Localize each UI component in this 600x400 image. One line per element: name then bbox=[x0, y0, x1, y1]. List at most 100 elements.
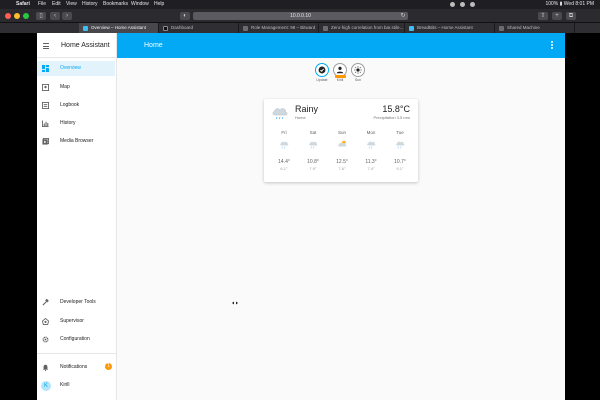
tab-title: Shared Machine bbox=[507, 25, 540, 30]
forecast-low: 7.6° bbox=[338, 166, 346, 171]
forecast-day: Sun 12.5° 7.6° bbox=[330, 130, 354, 172]
status-icon[interactable] bbox=[450, 2, 455, 7]
sidebar-item-label: Developer Tools bbox=[60, 299, 96, 305]
sidebar-item-label: Overview bbox=[60, 65, 81, 71]
github-icon bbox=[163, 26, 168, 31]
weather-precipitation: Precipitation 3.5 mm bbox=[373, 115, 410, 120]
menu-view[interactable]: View bbox=[66, 1, 77, 8]
sidebar-toggle-icon[interactable]: ▯ bbox=[36, 12, 46, 20]
badge-label: Kirill bbox=[336, 78, 344, 82]
weather-temperature: 15.8°C bbox=[382, 104, 410, 114]
app-header: Home bbox=[117, 33, 565, 58]
badge-person[interactable]: Kirill bbox=[330, 63, 350, 83]
forecast-day-name: Mon bbox=[366, 130, 376, 135]
back-icon[interactable]: ‹ bbox=[50, 12, 60, 20]
sidebar-item-supervisor[interactable]: Supervisor bbox=[37, 314, 115, 329]
sidebar-item-label: History bbox=[60, 120, 76, 126]
sidebar-item-user[interactable]: K Kirill bbox=[37, 378, 115, 393]
more-vert-icon[interactable] bbox=[551, 41, 554, 50]
forecast-day-name: Sun bbox=[337, 130, 346, 135]
menu-icon[interactable] bbox=[43, 43, 49, 49]
sidebar-item-logbook[interactable]: Logbook bbox=[37, 98, 115, 113]
forecast-day: Tue 10.7° 9.1° bbox=[388, 130, 412, 172]
sidebar-divider bbox=[37, 353, 117, 354]
zoom-window-icon[interactable] bbox=[23, 13, 29, 19]
map-icon bbox=[42, 84, 49, 91]
minimize-window-icon[interactable] bbox=[14, 13, 20, 19]
sidebar-header: Home Assistant bbox=[37, 33, 117, 58]
page-icon bbox=[243, 26, 248, 31]
resize-cursor-icon bbox=[232, 301, 238, 305]
address-bar[interactable]: 10.0.0.10 bbox=[193, 12, 408, 20]
tab-overview-icon[interactable]: ⧉ bbox=[566, 12, 576, 20]
badge-status-tag bbox=[335, 75, 346, 78]
weather-location: Home bbox=[295, 115, 306, 120]
sidebar: Home Assistant Overview Map Logbook Hist… bbox=[37, 33, 117, 400]
tab-title: Zero-high correlation from bar.stile... bbox=[331, 25, 404, 30]
forecast-high: 12.5° bbox=[336, 159, 348, 165]
sidebar-item-map[interactable]: Map bbox=[37, 80, 115, 95]
rainy-icon bbox=[272, 108, 288, 120]
sidebar-item-label: Notifications bbox=[60, 364, 88, 370]
page-icon bbox=[499, 26, 504, 31]
browser-tab[interactable]: Shared Machine bbox=[495, 23, 575, 33]
status-icon[interactable] bbox=[460, 2, 465, 7]
forward-icon[interactable]: › bbox=[62, 12, 72, 20]
sidebar-item-label: Configuration bbox=[60, 336, 90, 342]
forecast-day: Sat 10.8° 7.9° bbox=[301, 130, 325, 172]
tab-title: Overview – Home Assistant bbox=[91, 25, 147, 30]
weather-forecast-card[interactable]: Rainy Home 15.8°C Precipitation 3.5 mm F… bbox=[264, 99, 418, 182]
bell-icon bbox=[42, 364, 49, 371]
right-margin bbox=[565, 33, 600, 400]
forecast-day-name: Sat bbox=[309, 130, 317, 135]
forecast-day-name: Tue bbox=[396, 130, 404, 135]
share-icon[interactable]: ⇧ bbox=[538, 12, 548, 20]
status-icon[interactable] bbox=[470, 2, 475, 7]
browser-tab[interactable]: Overview – Home Assistant bbox=[79, 23, 159, 33]
page-icon bbox=[323, 26, 328, 31]
tab-title: Dashboard bbox=[171, 25, 194, 30]
logbook-icon bbox=[42, 102, 49, 109]
browser-tab[interactable]: Zero-high correlation from bar.stile... bbox=[319, 23, 405, 33]
badge-label: Update bbox=[316, 78, 328, 82]
cog-icon bbox=[42, 336, 49, 343]
menu-history[interactable]: History bbox=[82, 1, 98, 8]
menu-edit[interactable]: Edit bbox=[52, 1, 61, 8]
forecast-day: Mon 11.3° 7.4° bbox=[359, 130, 383, 172]
browser-toolbar: ▯ ‹ › ◐ 10.0.0.10 ↻ ⇧ + ⧉ bbox=[0, 9, 600, 23]
sidebar-item-developer-tools[interactable]: Developer Tools bbox=[37, 295, 115, 310]
menu-bookmarks[interactable]: Bookmarks bbox=[103, 1, 128, 8]
browser-tab[interactable]: BreadBits – Home Assistant bbox=[405, 23, 495, 33]
sidebar-item-notifications[interactable]: Notifications 1 bbox=[37, 360, 115, 375]
new-tab-icon[interactable]: + bbox=[552, 12, 562, 20]
menu-file[interactable]: File bbox=[38, 1, 46, 8]
browser-tab[interactable]: Dashboard bbox=[159, 23, 239, 33]
notification-count-badge: 1 bbox=[105, 363, 112, 370]
person-icon bbox=[336, 66, 344, 74]
browser-tab[interactable]: Role Management: 98 – Bitward bbox=[239, 23, 319, 33]
menu-help[interactable]: Help bbox=[154, 1, 164, 8]
badge-sun[interactable]: Sun bbox=[348, 63, 368, 83]
sidebar-item-overview[interactable]: Overview bbox=[37, 61, 115, 76]
reload-icon[interactable]: ↻ bbox=[398, 12, 408, 20]
badge-update[interactable]: Update bbox=[312, 63, 332, 83]
update-check-icon bbox=[318, 66, 326, 74]
home-assistant-app: Home Assistant Overview Map Logbook Hist… bbox=[37, 33, 565, 400]
avatar: K bbox=[41, 381, 51, 391]
forecast-high: 11.3° bbox=[365, 159, 377, 165]
privacy-report-icon[interactable]: ◐ bbox=[180, 12, 190, 20]
sidebar-item-media-browser[interactable]: Media Browser bbox=[37, 134, 115, 149]
badge-circle bbox=[333, 63, 347, 78]
menubar-status-text[interactable]: 100% ▮ Wed 8:01 PM bbox=[545, 1, 594, 8]
rainy-icon bbox=[280, 141, 289, 149]
menu-window[interactable]: Window bbox=[131, 1, 149, 8]
close-window-icon[interactable] bbox=[5, 13, 11, 19]
menu-safari[interactable]: Safari bbox=[16, 1, 30, 8]
forecast-low: 9.1° bbox=[396, 166, 404, 171]
supervisor-icon bbox=[42, 318, 49, 325]
sidebar-item-history[interactable]: History bbox=[37, 116, 115, 131]
left-margin bbox=[0, 33, 37, 400]
partly-cloudy-icon bbox=[338, 140, 347, 147]
sidebar-item-configuration[interactable]: Configuration bbox=[37, 332, 115, 347]
view-dashboard-icon bbox=[42, 65, 49, 72]
